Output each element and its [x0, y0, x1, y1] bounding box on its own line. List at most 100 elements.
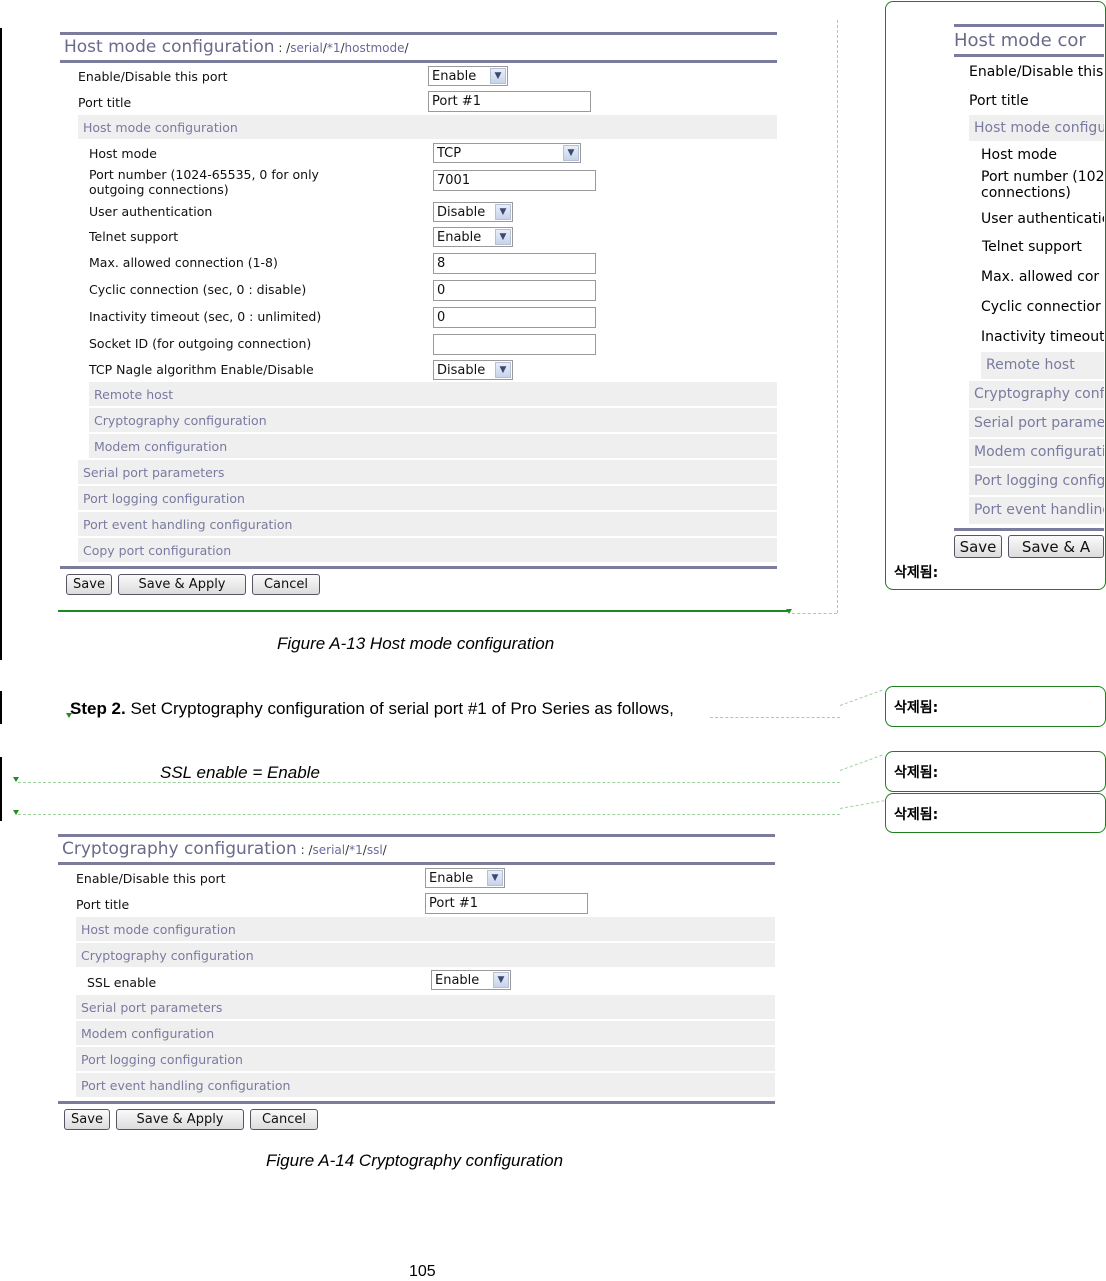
chevron-down-icon: ▼ — [490, 68, 506, 84]
socket-id-input[interactable] — [433, 334, 596, 355]
row-max-conn: Max. allowed connection (1-8) 8 — [60, 249, 777, 276]
ssl-enable-select[interactable]: Enable ▼ — [431, 970, 511, 990]
section-copy-port[interactable]: Copy port configuration — [78, 538, 777, 564]
socket-id-label: Socket ID (for outgoing connection) — [89, 336, 312, 351]
row-telnet: Telnet support Enable ▼ — [60, 224, 777, 249]
chevron-down-icon: ▼ — [493, 972, 509, 988]
port-title-label: Port title — [78, 94, 132, 110]
mini-section: Port event handling — [969, 497, 1104, 524]
chevron-down-icon: ▼ — [563, 145, 579, 161]
mini-row: Port number (102 — [981, 169, 1104, 185]
select-value: Enable — [437, 229, 482, 245]
section-label: Modem configuration — [94, 438, 228, 454]
path-link-port[interactable]: *1 — [327, 41, 341, 55]
row-socket-id: Socket ID (for outgoing connection) — [60, 330, 777, 357]
telnet-label: Telnet support — [89, 229, 179, 244]
path-link-serial[interactable]: serial — [290, 41, 323, 55]
port-title-input[interactable]: Port #1 — [428, 91, 591, 112]
max-conn-label: Max. allowed connection (1-8) — [89, 255, 278, 270]
save-apply-button[interactable]: Save & Apply — [118, 574, 246, 595]
balloon-connector — [710, 717, 840, 718]
cancel-button[interactable]: Cancel — [252, 574, 320, 595]
save-button[interactable]: Save — [66, 574, 112, 595]
mini-section: Cryptography conf — [969, 381, 1104, 410]
section-remote-host[interactable]: Remote host — [89, 382, 777, 408]
chevron-down-icon: ▼ — [495, 362, 511, 378]
path-prefix: : / — [296, 843, 313, 857]
section-host-mode[interactable]: Host mode configuration — [76, 917, 775, 943]
cancel-button[interactable]: Cancel — [250, 1109, 318, 1130]
row-port-title: Port title Port #1 — [58, 891, 775, 917]
panel-title-text: Cryptography configuration — [62, 839, 297, 859]
section-host-mode[interactable]: Host mode configuration — [78, 115, 777, 141]
port-title-label: Port title — [76, 896, 130, 912]
url-path: : /serial/*1/hostmode/ — [274, 41, 408, 55]
port-number-input[interactable]: 7001 — [433, 170, 596, 191]
section-port-event[interactable]: Port event handling configuration — [76, 1073, 775, 1099]
chevron-down-icon: ▼ — [495, 229, 511, 245]
section-port-logging[interactable]: Port logging configuration — [78, 486, 777, 512]
section-cryptography[interactable]: Cryptography configuration — [76, 943, 775, 969]
section-label: Serial port parameters — [83, 464, 225, 480]
enable-port-select[interactable]: Enable ▼ — [425, 868, 505, 888]
section-cryptography[interactable]: Cryptography configuration — [89, 408, 777, 434]
balloon-connector — [839, 800, 885, 809]
mini-section: Port logging config — [969, 468, 1104, 497]
mini-row: Max. allowed cor — [981, 269, 1100, 285]
balloon-connector — [792, 613, 837, 614]
deleted-comment-balloon[interactable]: 삭제됨: — [885, 793, 1106, 833]
port-title-input[interactable]: Port #1 — [425, 893, 588, 914]
panel-title: Cryptography configuration : /serial/*1/… — [58, 837, 775, 862]
section-modem[interactable]: Modem configuration — [76, 1021, 775, 1047]
section-label: Remote host — [94, 386, 174, 402]
balloon-connector — [839, 754, 883, 771]
button-bar: Save Save & Apply Cancel — [60, 569, 777, 595]
section-port-logging[interactable]: Port logging configuration — [76, 1047, 775, 1073]
path-link-ssl[interactable]: ssl — [367, 843, 383, 857]
cyclic-input[interactable]: 0 — [433, 280, 596, 301]
section-serial-port-params[interactable]: Serial port parameters — [76, 995, 775, 1021]
save-apply-button[interactable]: Save & Apply — [116, 1109, 244, 1130]
mini-title: Host mode cor — [954, 30, 1086, 51]
figure-caption: Figure A-14 Cryptography configuration — [266, 1151, 564, 1170]
section-label: Modem configuration — [81, 1025, 215, 1041]
panel-title: Host mode configuration : /serial/*1/hos… — [60, 35, 777, 60]
section-serial-port-params[interactable]: Serial port parameters — [78, 460, 777, 486]
user-auth-select[interactable]: Disable ▼ — [433, 202, 513, 222]
select-value: Enable — [432, 68, 477, 84]
row-inactivity: Inactivity timeout (sec, 0 : unlimited) … — [60, 303, 777, 330]
mini-row: Host mode — [981, 147, 1058, 163]
telnet-select[interactable]: Enable ▼ — [433, 227, 513, 247]
enable-port-select[interactable]: Enable ▼ — [428, 66, 508, 86]
deleted-figure-thumbnail: Host mode cor Enable/Disable this Port t… — [954, 24, 1104, 579]
page-number: 105 — [409, 1263, 436, 1280]
deleted-comment-balloon[interactable]: 삭제됨: — [885, 686, 1106, 727]
row-port-number: Port number (1024-65535, 0 for only outg… — [60, 165, 777, 199]
section-port-event[interactable]: Port event handling configuration — [78, 512, 777, 538]
section-modem[interactable]: Modem configuration — [89, 434, 777, 460]
mini-row: Enable/Disable this — [969, 64, 1104, 80]
port-number-label: Port number (1024-65535, 0 for only outg… — [89, 167, 319, 197]
host-mode-select[interactable]: TCP ▼ — [433, 143, 581, 163]
ssl-enable-label: SSL enable — [87, 974, 157, 990]
url-path: : /serial/*1/ssl/ — [297, 843, 387, 857]
save-button[interactable]: Save — [64, 1109, 110, 1130]
change-bar — [0, 691, 2, 724]
enable-port-label: Enable/Disable this port — [78, 68, 228, 84]
path-link-port[interactable]: *1 — [349, 843, 363, 857]
path-link-hostmode[interactable]: hostmode — [345, 41, 405, 55]
section-label: Host mode configuration — [81, 921, 236, 937]
select-value: Disable — [437, 362, 486, 378]
path-link-serial[interactable]: serial — [313, 843, 346, 857]
deleted-comment-balloon[interactable]: 삭제됨: Host mode cor Enable/Disable this P… — [885, 1, 1106, 590]
mini-section: Remote host — [981, 352, 1104, 381]
mini-row: Telnet support — [982, 239, 1082, 255]
row-user-auth: User authentication Disable ▼ — [60, 199, 777, 224]
deleted-label: 삭제됨: — [894, 807, 939, 823]
inactivity-input[interactable]: 0 — [433, 307, 596, 328]
nagle-select[interactable]: Disable ▼ — [433, 360, 513, 380]
step-number: Step 2. — [70, 699, 126, 718]
max-conn-input[interactable]: 8 — [433, 253, 596, 274]
path-prefix: : / — [274, 41, 291, 55]
deleted-comment-balloon[interactable]: 삭제됨: — [885, 751, 1106, 792]
